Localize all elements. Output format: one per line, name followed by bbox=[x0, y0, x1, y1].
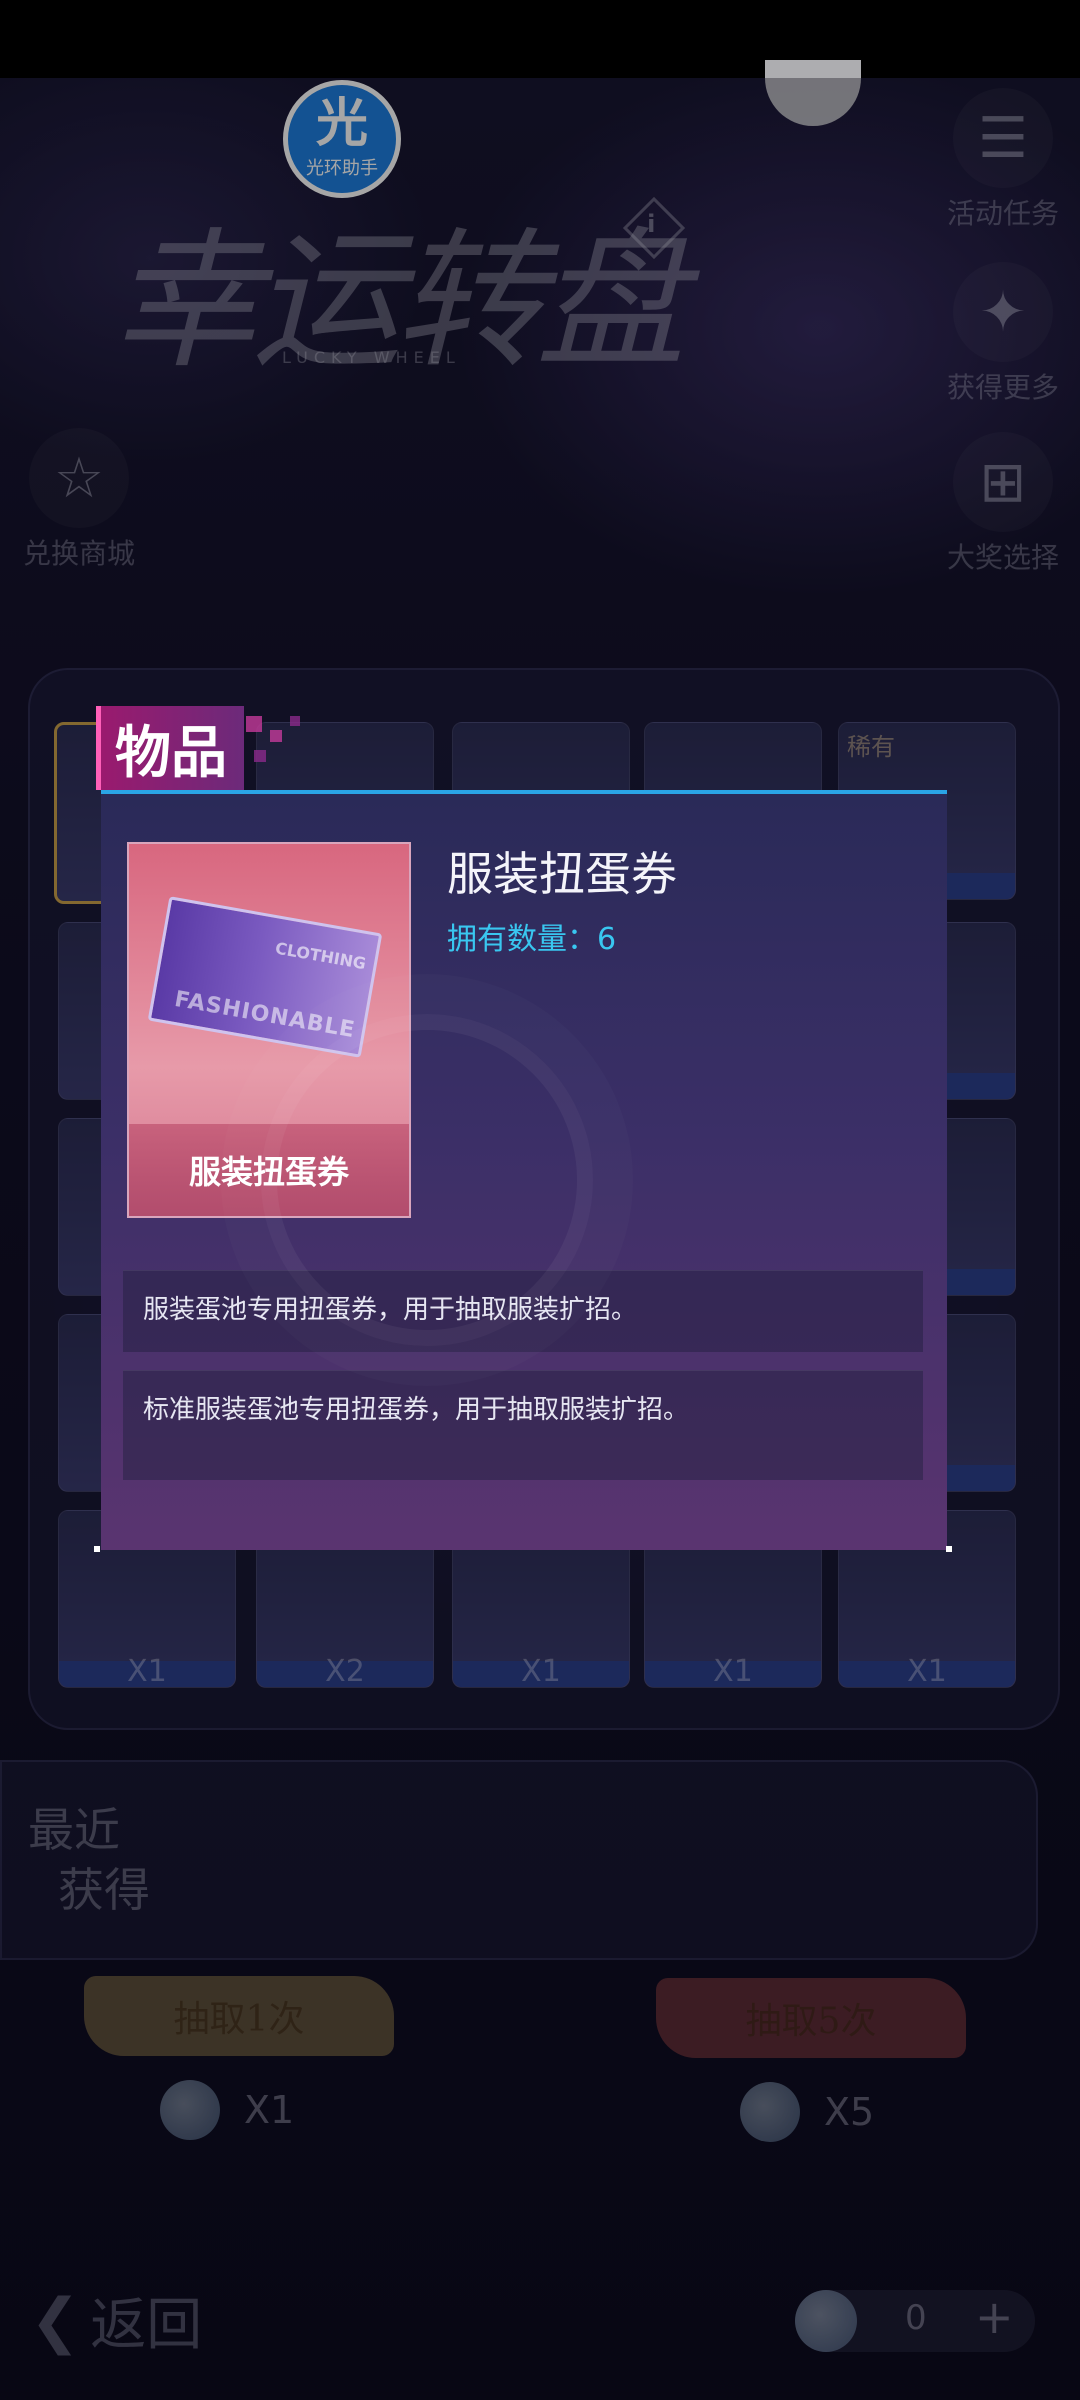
ticket-text: CLOTHING bbox=[273, 938, 368, 974]
item-name: 服装扭蛋券 bbox=[447, 847, 677, 901]
item-description-detail: 标准服装蛋池专用扭蛋券，用于抽取服装扩招。 bbox=[123, 1370, 923, 1480]
item-detail-modal: CLOTHING FASHIONABLE 服装扭蛋券 服装扭蛋券 拥有数量：6 … bbox=[101, 790, 947, 1550]
status-bar bbox=[0, 0, 1080, 78]
modal-tab-items: 物品 bbox=[96, 706, 244, 790]
owned-count: 拥有数量：6 bbox=[447, 922, 617, 957]
tab-decoration bbox=[246, 716, 326, 786]
item-card-label: 服装扭蛋券 bbox=[129, 1124, 409, 1216]
corner-marker bbox=[94, 1546, 100, 1552]
item-description: 服装蛋池专用扭蛋券，用于抽取服装扩招。 bbox=[123, 1270, 923, 1352]
ticket-text: FASHIONABLE bbox=[172, 986, 358, 1044]
corner-marker bbox=[946, 1546, 952, 1552]
ticket-image: CLOTHING FASHIONABLE bbox=[147, 896, 383, 1058]
item-card: CLOTHING FASHIONABLE 服装扭蛋券 bbox=[127, 842, 411, 1218]
